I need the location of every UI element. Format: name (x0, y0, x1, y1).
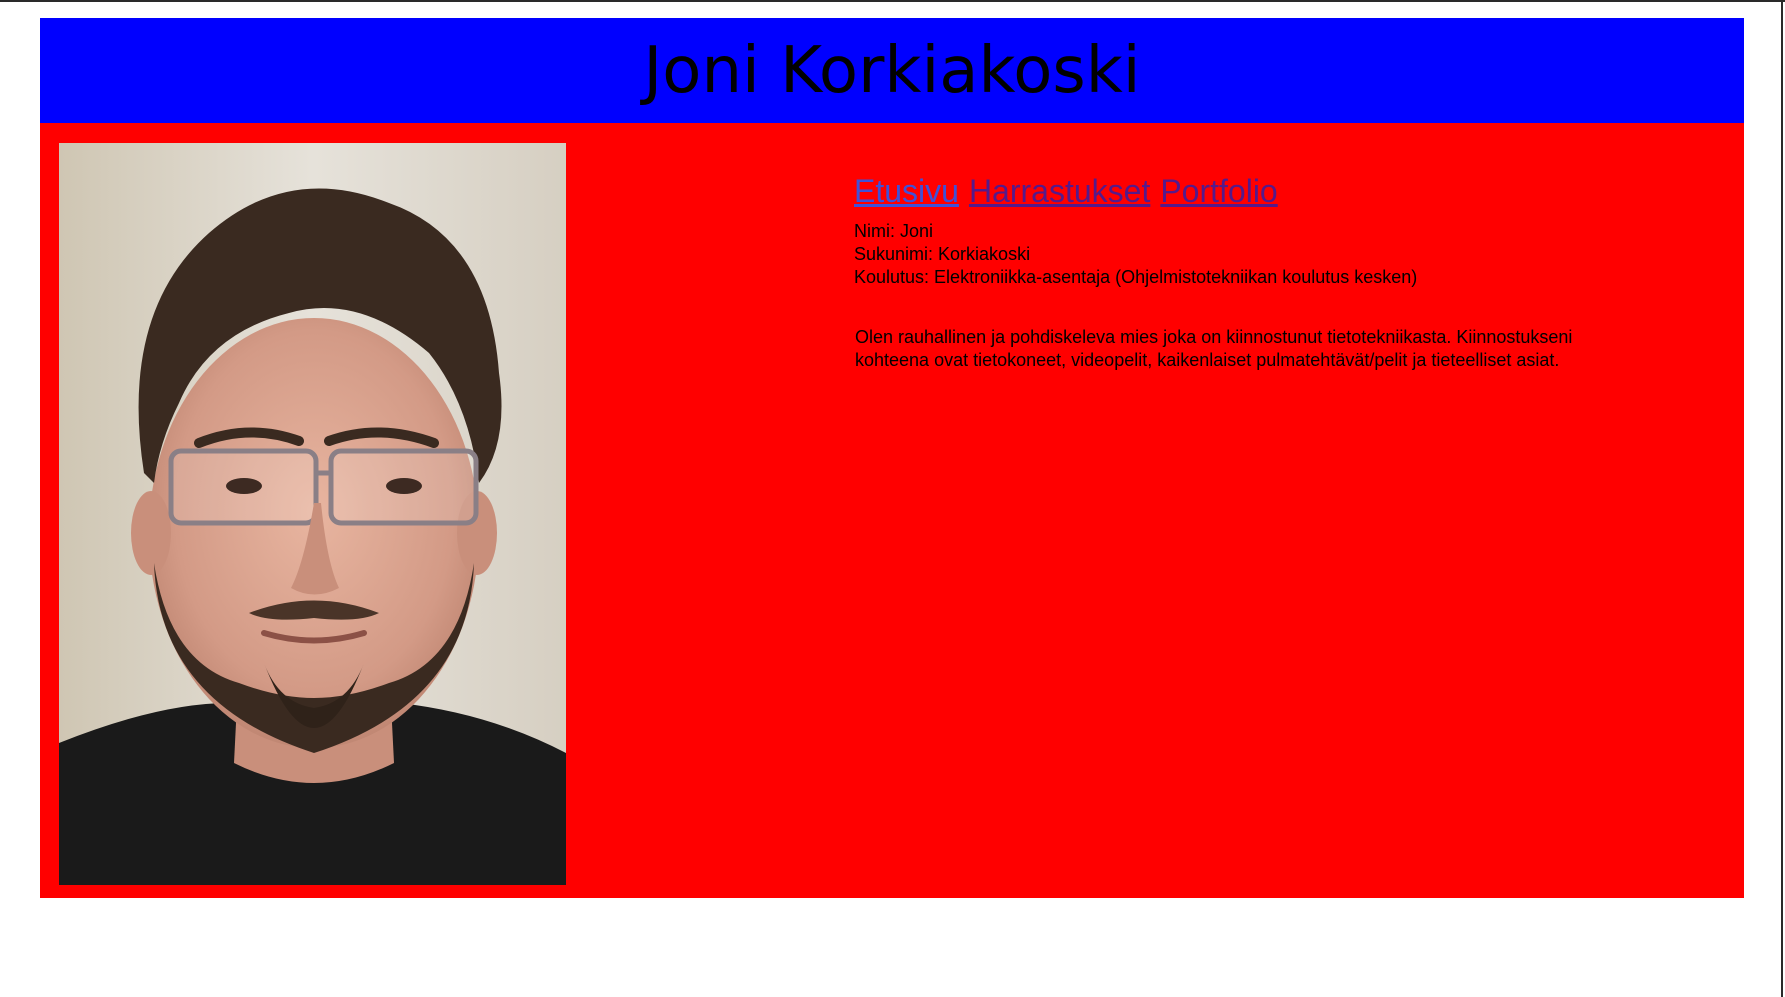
about-text: Olen rauhallinen ja pohdiskeleva mies jo… (855, 327, 1573, 370)
window-right-border (1781, 0, 1783, 997)
main-content: Etusivu Harrastukset Portfolio Nimi: Jon… (40, 123, 1744, 898)
nav-link-portfolio[interactable]: Portfolio (1160, 173, 1277, 210)
profile-fields: Nimi: Joni Sukunimi: Korkiakoski Koulutu… (854, 220, 1654, 289)
field-education: Koulutus: Elektroniikka-asentaja (Ohjelm… (854, 267, 1418, 287)
field-last-name: Sukunimi: Korkiakoski (854, 244, 1031, 264)
profile-info: Etusivu Harrastukset Portfolio Nimi: Jon… (854, 173, 1654, 390)
page-title: Joni Korkiakoski (643, 33, 1141, 108)
site-header: Joni Korkiakoski (40, 18, 1744, 123)
nav-link-harrastukset[interactable]: Harrastukset (969, 173, 1150, 210)
main-nav: Etusivu Harrastukset Portfolio (854, 173, 1654, 210)
nav-link-etusivu[interactable]: Etusivu (854, 173, 959, 210)
profile-photo (59, 143, 566, 885)
window-top-border (0, 0, 1785, 2)
field-first-name: Nimi: Joni (854, 221, 934, 241)
